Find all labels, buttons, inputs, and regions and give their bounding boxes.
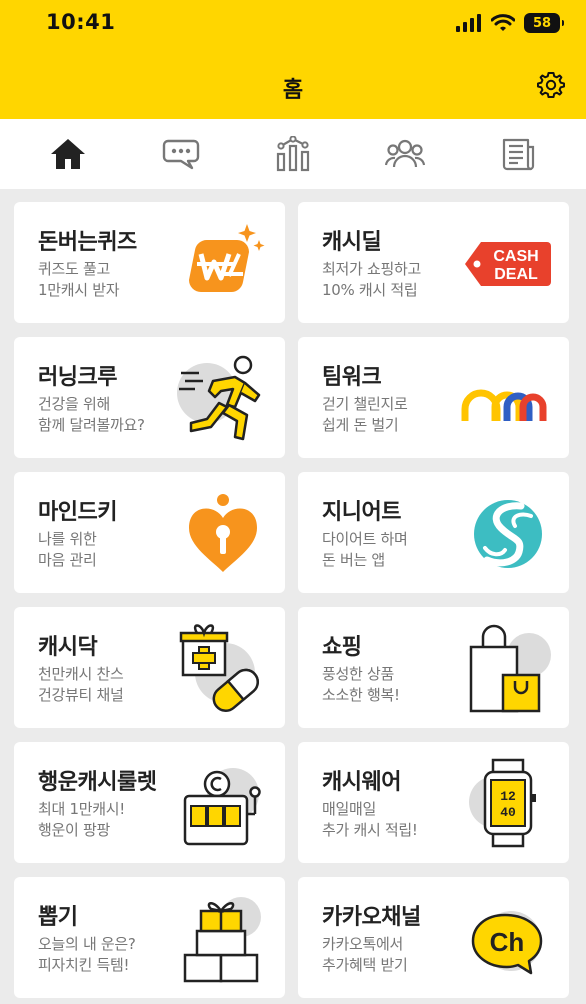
card-description: 건강을 위해 함께 달려볼까요?	[38, 395, 145, 434]
card-teamwork[interactable]: 팀워크 걷기 챌린지로 쉽게 돈 벌기	[298, 337, 569, 458]
svg-text:12: 12	[500, 789, 516, 804]
svg-text:CASH: CASH	[493, 248, 538, 265]
card-cash-deal[interactable]: 캐시딜 최저가 쇼핑하고 10% 캐시 적립 CASH DEAL	[298, 202, 569, 323]
card-running-crew[interactable]: 러닝크루 건강을 위해 함께 달려볼까요?	[14, 337, 285, 458]
svg-text:40: 40	[500, 805, 516, 820]
card-cashdoc[interactable]: 캐시닥 천만캐시 찬스 건강뷰티 채널	[14, 607, 285, 728]
chart-icon	[276, 136, 310, 172]
heart-lock-icon	[177, 486, 271, 580]
cash-deal-tag-icon: CASH DEAL	[461, 216, 555, 310]
top-bar: 10:41 58 홈	[0, 0, 586, 119]
card-kakao-channel[interactable]: 카카오채널 카카오톡에서 추가혜택 받기 Ch	[298, 877, 569, 998]
teamwork-arches-icon	[461, 351, 555, 445]
card-description: 오늘의 내 운은? 피자치킨 득템!	[38, 935, 136, 974]
gift-boxes-icon	[177, 891, 271, 985]
runner-icon	[177, 351, 271, 445]
card-title: 캐시닥	[38, 635, 98, 660]
gear-icon	[537, 72, 565, 98]
svg-text:DEAL: DEAL	[494, 266, 538, 283]
page-title: 홈	[282, 78, 304, 103]
card-description: 최대 1만캐시! 행운이 팡팡	[38, 800, 125, 839]
card-title: 러닝크루	[38, 365, 117, 390]
card-title: 쇼핑	[322, 635, 362, 660]
card-money-quiz[interactable]: 돈버는퀴즈 퀴즈도 풀고 1만캐시 받자	[14, 202, 285, 323]
card-title: 돈버는퀴즈	[38, 230, 137, 255]
slot-machine-icon	[177, 756, 271, 850]
card-title: 행운캐시룰렛	[38, 770, 157, 795]
geniet-logo-icon	[461, 486, 555, 580]
settings-button[interactable]	[536, 70, 566, 100]
card-title: 카카오채널	[322, 905, 421, 930]
card-title: 마인드키	[38, 500, 117, 525]
card-lucky-roulette[interactable]: 행운캐시룰렛 최대 1만캐시! 행운이 팡팡	[14, 742, 285, 863]
chat-icon	[162, 139, 199, 170]
service-grid: 돈버는퀴즈 퀴즈도 풀고 1만캐시 받자 캐시딜 최저가 쇼핑하고 10% 캐시 적…	[14, 202, 572, 998]
medicine-icon	[177, 621, 271, 715]
signal-icon	[456, 14, 481, 32]
tab-chat[interactable]	[153, 126, 209, 182]
quiz-coin-icon	[177, 216, 271, 310]
svg-text:Ch: Ch	[490, 927, 525, 957]
card-description: 퀴즈도 풀고 1만캐시 받자	[38, 260, 120, 299]
card-description: 다이어트 하며 돈 버는 앱	[322, 530, 408, 569]
tab-home[interactable]	[40, 126, 96, 182]
kakao-channel-icon: Ch	[461, 891, 555, 985]
shopping-bag-icon	[461, 621, 555, 715]
news-icon	[502, 138, 534, 171]
card-description: 최저가 쇼핑하고 10% 캐시 적립	[322, 260, 421, 299]
card-title: 뽑기	[38, 905, 78, 930]
card-description: 카카오톡에서 추가혜택 받기	[322, 935, 408, 974]
smartwatch-icon: 12 40	[461, 756, 555, 850]
tab-news[interactable]	[490, 126, 546, 182]
card-draw[interactable]: 뽑기 오늘의 내 운은? 피자치킨 득템!	[14, 877, 285, 998]
card-description: 풍성한 상품 소소한 행복!	[322, 665, 400, 704]
card-title: 캐시웨어	[322, 770, 401, 795]
friends-icon	[385, 139, 426, 168]
tab-friends[interactable]	[377, 126, 433, 182]
card-title: 팀워크	[322, 365, 382, 390]
card-description: 나를 위한 마음 관리	[38, 530, 97, 569]
card-title: 지니어트	[322, 500, 401, 525]
tab-chart[interactable]	[265, 126, 321, 182]
card-title: 캐시딜	[322, 230, 382, 255]
home-icon	[51, 139, 86, 169]
card-description: 천만캐시 찬스 건강뷰티 채널	[38, 665, 124, 704]
card-mindkey[interactable]: 마인드키 나를 위한 마음 관리	[14, 472, 285, 593]
card-description: 매일매일 추가 캐시 적립!	[322, 800, 418, 839]
wifi-icon	[491, 14, 515, 31]
tab-bar	[0, 119, 586, 189]
card-description: 걷기 챌린지로 쉽게 돈 벌기	[322, 395, 408, 434]
status-time: 10:41	[46, 10, 116, 34]
card-shopping[interactable]: 쇼핑 풍성한 상품 소소한 행복!	[298, 607, 569, 728]
battery-indicator: 58	[524, 13, 564, 33]
card-cashwear[interactable]: 캐시웨어 매일매일 추가 캐시 적립! 12 40	[298, 742, 569, 863]
status-icons: 58	[456, 12, 564, 34]
card-geniet[interactable]: 지니어트 다이어트 하며 돈 버는 앱	[298, 472, 569, 593]
